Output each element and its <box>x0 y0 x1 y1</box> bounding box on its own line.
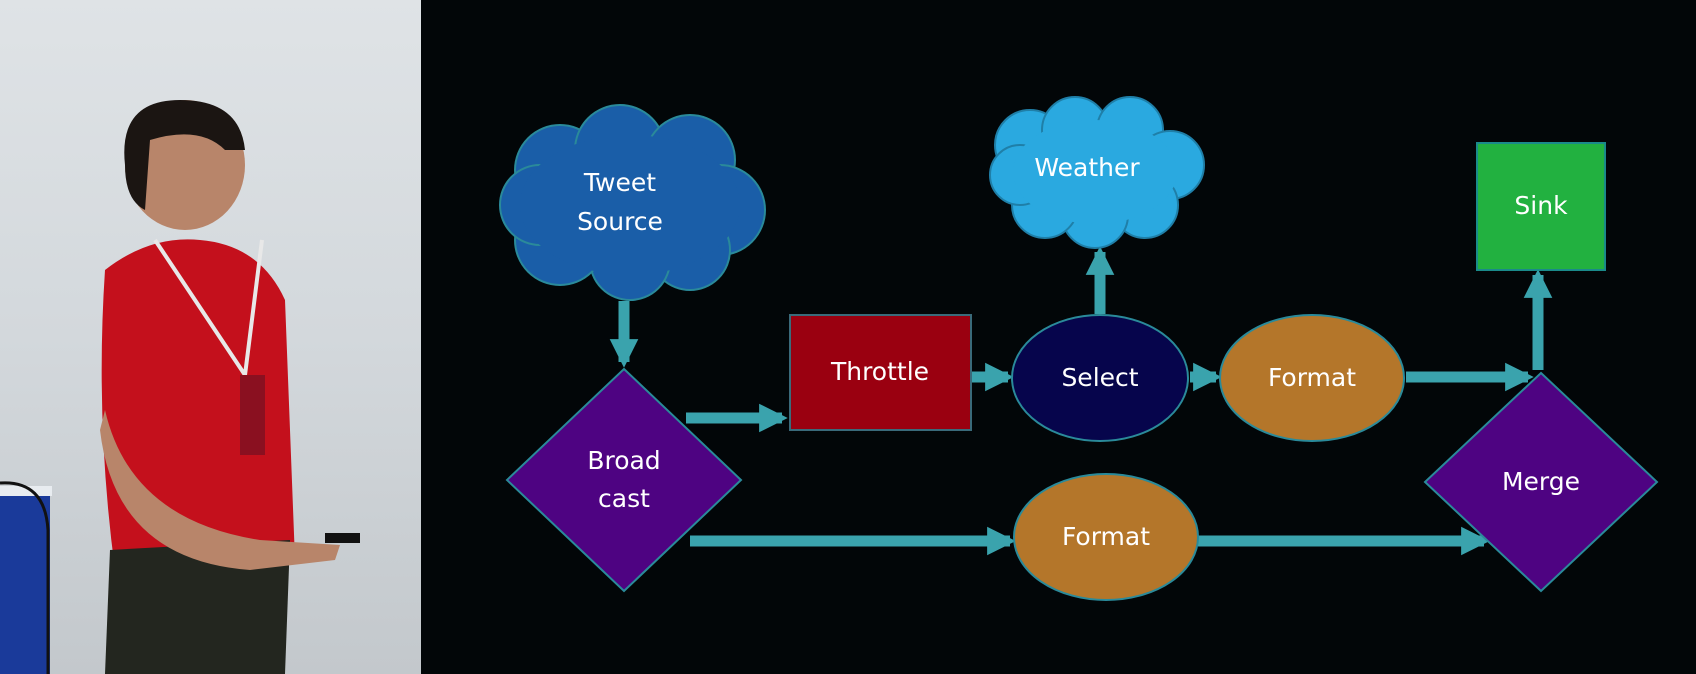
tweet-source-label-1: Tweet <box>583 168 656 197</box>
format-bottom-label: Format <box>1062 522 1150 551</box>
flowchart: Tweet Source Weather Sink Throttle Selec… <box>499 96 1659 601</box>
broadcast-label-2: cast <box>598 484 650 513</box>
weather-label: Weather <box>1034 153 1140 182</box>
tweet-source-label-2: Source <box>577 207 663 236</box>
throttle-label: Throttle <box>830 357 929 386</box>
broadcast-label-1: Broad <box>587 446 660 475</box>
select-label: Select <box>1061 363 1138 392</box>
broadcast-diamond <box>505 367 743 593</box>
merge-label: Merge <box>1502 467 1580 496</box>
format-top-label: Format <box>1268 363 1356 392</box>
tweet-source-cloud <box>499 104 766 301</box>
sink-label: Sink <box>1514 191 1568 220</box>
